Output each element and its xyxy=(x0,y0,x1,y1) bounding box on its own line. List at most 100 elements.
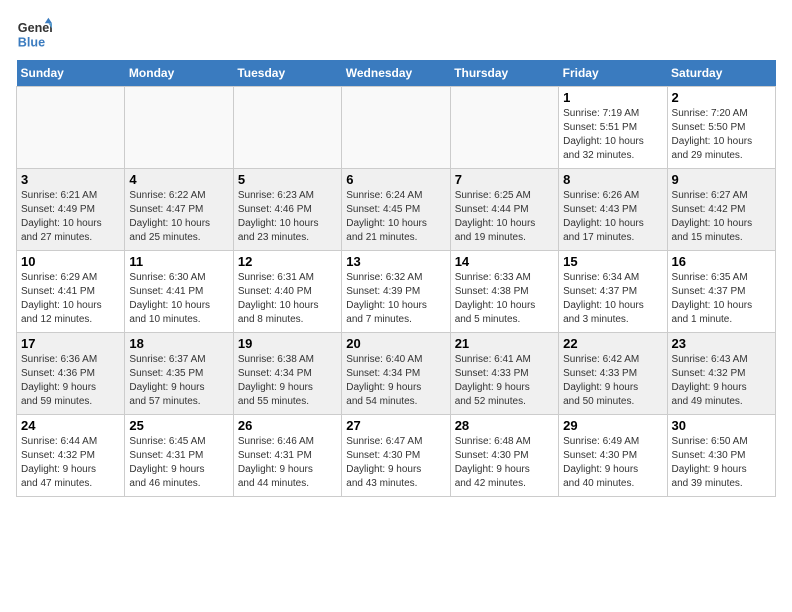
calendar-cell: 27Sunrise: 6:47 AM Sunset: 4:30 PM Dayli… xyxy=(342,415,450,497)
weekday-header-sunday: Sunday xyxy=(17,60,125,87)
day-info: Sunrise: 6:25 AM Sunset: 4:44 PM Dayligh… xyxy=(455,189,554,245)
day-number: 29 xyxy=(563,418,662,433)
day-info: Sunrise: 6:35 AM Sunset: 4:37 PM Dayligh… xyxy=(672,271,771,327)
calendar-cell: 19 Sunrise: 6:38 AM Sunset: 4:34 PM Dayli… xyxy=(233,333,341,415)
day-info: Sunrise: 6:38 AM Sunset: 4:34 PM Dayligh… xyxy=(238,353,337,409)
calendar-cell: 7 Sunrise: 6:25 AM Sunset: 4:44 PM Daylig… xyxy=(450,169,558,251)
day-number: 18 xyxy=(129,336,228,351)
weekday-header-thursday: Thursday xyxy=(450,60,558,87)
calendar-cell: 8Sunrise: 6:26 AM Sunset: 4:43 PM Daylig… xyxy=(559,169,667,251)
calendar-cell: 20 Sunrise: 6:40 AM Sunset: 4:34 PM Dayli… xyxy=(342,333,450,415)
calendar-cell: 1 Sunrise: 7:19 AM Sunset: 5:51 PM Daylig… xyxy=(559,87,667,169)
calendar-week-1: 1 Sunrise: 7:19 AM Sunset: 5:51 PM Daylig… xyxy=(17,87,776,169)
day-number: 2 xyxy=(672,90,771,105)
weekday-header-wednesday: Wednesday xyxy=(342,60,450,87)
day-number: 1 xyxy=(563,90,662,105)
day-info: Sunrise: 6:50 AM Sunset: 4:30 PM Dayligh… xyxy=(672,435,771,491)
day-number: 16 xyxy=(672,254,771,269)
calendar-cell: 12 Sunrise: 6:31 AM Sunset: 4:40 PM Dayli… xyxy=(233,251,341,333)
day-number: 3 xyxy=(21,172,120,187)
calendar-body: 1 Sunrise: 7:19 AM Sunset: 5:51 PM Daylig… xyxy=(17,87,776,497)
day-info: Sunrise: 6:40 AM Sunset: 4:34 PM Dayligh… xyxy=(346,353,445,409)
calendar-cell: 28 Sunrise: 6:48 AM Sunset: 4:30 PM Dayli… xyxy=(450,415,558,497)
day-info: Sunrise: 6:41 AM Sunset: 4:33 PM Dayligh… xyxy=(455,353,554,409)
day-info: Sunrise: 6:49 AM Sunset: 4:30 PM Dayligh… xyxy=(563,435,662,491)
calendar-cell: 10 Sunrise: 6:29 AM Sunset: 4:41 PM Dayli… xyxy=(17,251,125,333)
day-info: Sunrise: 6:36 AM Sunset: 4:36 PM Dayligh… xyxy=(21,353,120,409)
calendar-week-2: 3 Sunrise: 6:21 AM Sunset: 4:49 PM Daylig… xyxy=(17,169,776,251)
day-number: 25 xyxy=(129,418,228,433)
calendar-cell: 25Sunrise: 6:45 AM Sunset: 4:31 PM Dayli… xyxy=(125,415,233,497)
calendar-cell: 9 Sunrise: 6:27 AM Sunset: 4:42 PM Daylig… xyxy=(667,169,775,251)
day-info: Sunrise: 6:29 AM Sunset: 4:41 PM Dayligh… xyxy=(21,271,120,327)
day-number: 13 xyxy=(346,254,445,269)
calendar-cell: 17Sunrise: 6:36 AM Sunset: 4:36 PM Dayli… xyxy=(17,333,125,415)
day-number: 9 xyxy=(672,172,771,187)
day-number: 7 xyxy=(455,172,554,187)
day-info: Sunrise: 6:44 AM Sunset: 4:32 PM Dayligh… xyxy=(21,435,120,491)
calendar-cell: 21 Sunrise: 6:41 AM Sunset: 4:33 PM Dayli… xyxy=(450,333,558,415)
day-number: 28 xyxy=(455,418,554,433)
calendar-week-3: 10 Sunrise: 6:29 AM Sunset: 4:41 PM Dayli… xyxy=(17,251,776,333)
calendar-cell: 15 Sunrise: 6:34 AM Sunset: 4:37 PM Dayli… xyxy=(559,251,667,333)
day-number: 4 xyxy=(129,172,228,187)
calendar-cell: 18 Sunrise: 6:37 AM Sunset: 4:35 PM Dayli… xyxy=(125,333,233,415)
day-info: Sunrise: 7:20 AM Sunset: 5:50 PM Dayligh… xyxy=(672,107,771,163)
day-number: 19 xyxy=(238,336,337,351)
day-number: 24 xyxy=(21,418,120,433)
calendar-cell: 24 Sunrise: 6:44 AM Sunset: 4:32 PM Dayli… xyxy=(17,415,125,497)
calendar-table: SundayMondayTuesdayWednesdayThursdayFrid… xyxy=(16,60,776,497)
logo: General Blue xyxy=(16,16,52,52)
day-number: 8 xyxy=(563,172,662,187)
day-info: Sunrise: 6:24 AM Sunset: 4:45 PM Dayligh… xyxy=(346,189,445,245)
day-number: 26 xyxy=(238,418,337,433)
svg-text:General: General xyxy=(18,21,52,35)
day-info: Sunrise: 6:22 AM Sunset: 4:47 PM Dayligh… xyxy=(129,189,228,245)
weekday-header-saturday: Saturday xyxy=(667,60,775,87)
calendar-cell: 3 Sunrise: 6:21 AM Sunset: 4:49 PM Daylig… xyxy=(17,169,125,251)
day-info: Sunrise: 6:34 AM Sunset: 4:37 PM Dayligh… xyxy=(563,271,662,327)
day-info: Sunrise: 6:46 AM Sunset: 4:31 PM Dayligh… xyxy=(238,435,337,491)
day-info: Sunrise: 6:30 AM Sunset: 4:41 PM Dayligh… xyxy=(129,271,228,327)
day-number: 23 xyxy=(672,336,771,351)
weekday-header-tuesday: Tuesday xyxy=(233,60,341,87)
calendar-cell: 4 Sunrise: 6:22 AM Sunset: 4:47 PM Daylig… xyxy=(125,169,233,251)
calendar-cell: 26 Sunrise: 6:46 AM Sunset: 4:31 PM Dayli… xyxy=(233,415,341,497)
logo-icon: General Blue xyxy=(16,16,52,52)
calendar-cell: 14 Sunrise: 6:33 AM Sunset: 4:38 PM Dayli… xyxy=(450,251,558,333)
calendar-cell: 16 Sunrise: 6:35 AM Sunset: 4:37 PM Dayli… xyxy=(667,251,775,333)
calendar-cell xyxy=(342,87,450,169)
day-number: 27 xyxy=(346,418,445,433)
day-info: Sunrise: 6:37 AM Sunset: 4:35 PM Dayligh… xyxy=(129,353,228,409)
day-number: 12 xyxy=(238,254,337,269)
calendar-cell: 23Sunrise: 6:43 AM Sunset: 4:32 PM Dayli… xyxy=(667,333,775,415)
calendar-cell: 5 Sunrise: 6:23 AM Sunset: 4:46 PM Daylig… xyxy=(233,169,341,251)
day-info: Sunrise: 6:21 AM Sunset: 4:49 PM Dayligh… xyxy=(21,189,120,245)
calendar-cell: 11Sunrise: 6:30 AM Sunset: 4:41 PM Dayli… xyxy=(125,251,233,333)
svg-text:Blue: Blue xyxy=(18,36,45,50)
day-number: 5 xyxy=(238,172,337,187)
calendar-cell xyxy=(450,87,558,169)
day-number: 15 xyxy=(563,254,662,269)
calendar-cell: 22Sunrise: 6:42 AM Sunset: 4:33 PM Dayli… xyxy=(559,333,667,415)
day-info: Sunrise: 6:31 AM Sunset: 4:40 PM Dayligh… xyxy=(238,271,337,327)
calendar-cell: 13Sunrise: 6:32 AM Sunset: 4:39 PM Dayli… xyxy=(342,251,450,333)
day-info: Sunrise: 6:33 AM Sunset: 4:38 PM Dayligh… xyxy=(455,271,554,327)
weekday-header-friday: Friday xyxy=(559,60,667,87)
calendar-cell: 2 Sunrise: 7:20 AM Sunset: 5:50 PM Daylig… xyxy=(667,87,775,169)
day-number: 14 xyxy=(455,254,554,269)
day-number: 10 xyxy=(21,254,120,269)
day-number: 20 xyxy=(346,336,445,351)
day-info: Sunrise: 6:48 AM Sunset: 4:30 PM Dayligh… xyxy=(455,435,554,491)
day-info: Sunrise: 6:42 AM Sunset: 4:33 PM Dayligh… xyxy=(563,353,662,409)
day-info: Sunrise: 6:23 AM Sunset: 4:46 PM Dayligh… xyxy=(238,189,337,245)
header: General Blue xyxy=(16,16,776,52)
calendar-cell: 6Sunrise: 6:24 AM Sunset: 4:45 PM Daylig… xyxy=(342,169,450,251)
day-info: Sunrise: 6:27 AM Sunset: 4:42 PM Dayligh… xyxy=(672,189,771,245)
calendar-cell xyxy=(125,87,233,169)
day-info: Sunrise: 7:19 AM Sunset: 5:51 PM Dayligh… xyxy=(563,107,662,163)
weekday-header-row: SundayMondayTuesdayWednesdayThursdayFrid… xyxy=(17,60,776,87)
calendar-cell: 29 Sunrise: 6:49 AM Sunset: 4:30 PM Dayli… xyxy=(559,415,667,497)
day-number: 21 xyxy=(455,336,554,351)
day-number: 30 xyxy=(672,418,771,433)
